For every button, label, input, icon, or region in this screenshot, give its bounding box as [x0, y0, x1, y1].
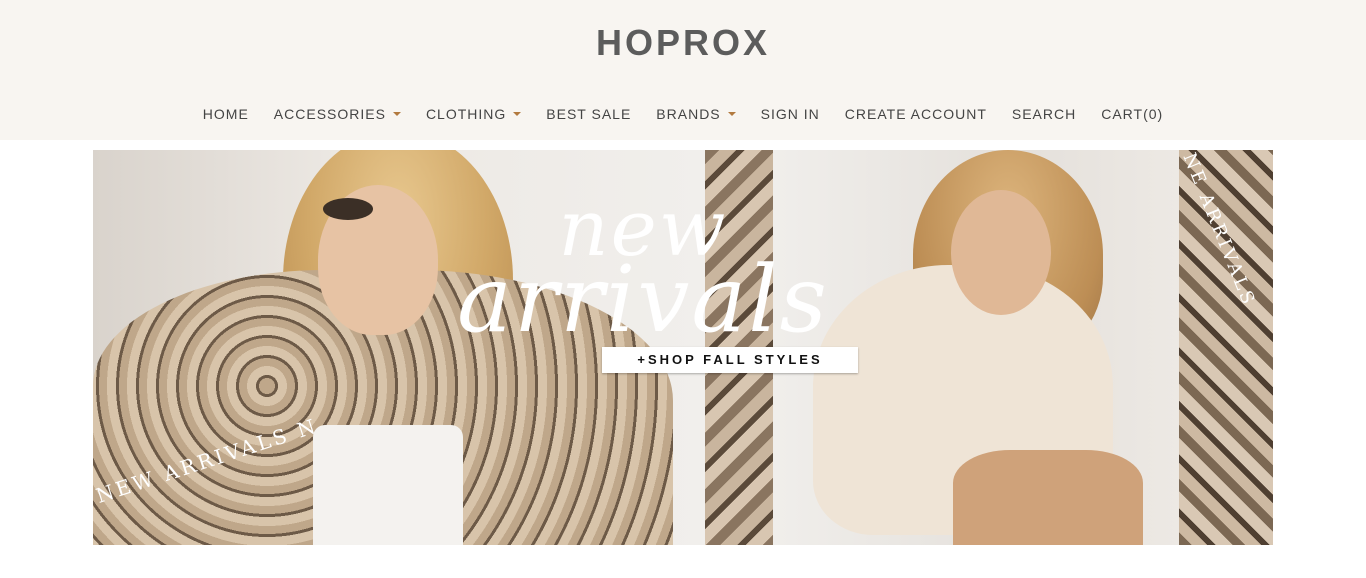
nav-sign-in-label: SIGN IN	[760, 106, 820, 122]
model-right-face	[951, 190, 1051, 315]
nav-sign-in[interactable]: SIGN IN	[748, 104, 832, 124]
nav-search-label: SEARCH	[1011, 106, 1077, 122]
model-left-top	[313, 425, 463, 545]
nav-home[interactable]: HOME	[190, 104, 261, 124]
model-right-skirt	[953, 450, 1143, 545]
chevron-down-icon	[513, 112, 522, 116]
site-header: HOPROX HOME ACCESSORIES CLOTHING BEST SA…	[0, 0, 1366, 140]
shop-fall-styles-button[interactable]: +SHOP FALL STYLES	[602, 347, 858, 373]
chevron-down-icon	[392, 112, 401, 116]
nav-home-label: HOME	[202, 106, 249, 122]
nav-accessories[interactable]: ACCESSORIES	[261, 104, 413, 124]
nav-create-account-label: CREATE ACCOUNT	[844, 106, 987, 122]
nav-best-sale-label: BEST SALE	[546, 106, 632, 122]
banner-title-line2: arrivals	[457, 246, 829, 353]
hero-banner[interactable]: new arrivals +SHOP FALL STYLES NEW ARRIV…	[93, 150, 1273, 545]
site-logo[interactable]: HOPROX	[0, 22, 1366, 64]
nav-search[interactable]: SEARCH	[999, 104, 1088, 124]
nav-create-account[interactable]: CREATE ACCOUNT	[832, 104, 999, 124]
nav-clothing[interactable]: CLOTHING	[413, 104, 533, 124]
nav-clothing-label: CLOTHING	[425, 106, 507, 122]
chevron-down-icon	[727, 112, 736, 116]
sunglasses	[323, 198, 373, 220]
banner-title: new arrivals	[393, 190, 893, 346]
nav-accessories-label: ACCESSORIES	[273, 106, 386, 122]
main-nav: HOME ACCESSORIES CLOTHING BEST SALE BRAN…	[0, 104, 1366, 124]
nav-best-sale[interactable]: BEST SALE	[534, 104, 644, 124]
banner-photo-strip-right	[1179, 150, 1273, 545]
nav-cart-label: CART(0)	[1101, 106, 1164, 122]
nav-brands[interactable]: BRANDS	[644, 104, 748, 124]
nav-cart[interactable]: CART(0)	[1089, 104, 1176, 124]
nav-brands-label: BRANDS	[656, 106, 721, 122]
